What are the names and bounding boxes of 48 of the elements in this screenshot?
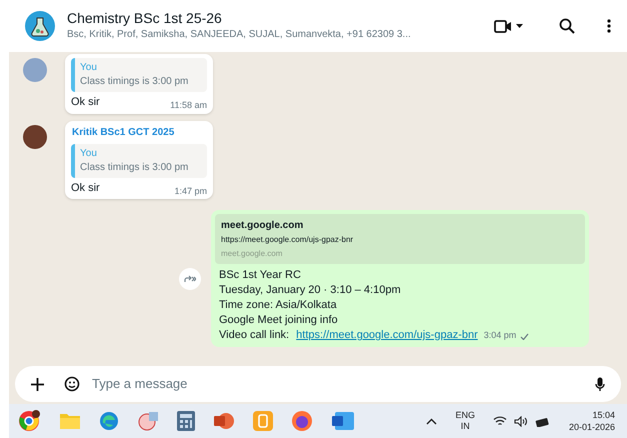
- message-time: 3:04 pm: [484, 329, 516, 342]
- presentation-app-icon[interactable]: [213, 412, 235, 430]
- forward-icon: [184, 274, 196, 282]
- quote-author: You: [80, 61, 98, 75]
- message-text: Ok sir: [71, 180, 100, 196]
- preview-url: https://meet.google.com/ujs-gpaz-bnr: [221, 234, 354, 246]
- message-text: Ok sir: [71, 95, 100, 110]
- flask-avatar-icon[interactable]: [25, 11, 55, 41]
- message-line: Time zone: Asia/Kolkata: [219, 298, 338, 313]
- message-line: Video call link:: [219, 328, 290, 343]
- microphone-icon[interactable]: [595, 376, 605, 392]
- message-time: 11:58 am: [170, 99, 207, 112]
- clock-date[interactable]: 20-01-2026: [568, 421, 615, 433]
- avatar[interactable]: [23, 124, 47, 148]
- message-line: Tuesday, January 20 · 3:10 – 4:10pm: [219, 283, 402, 298]
- caret-icon: [516, 24, 523, 28]
- plus-icon[interactable]: [31, 378, 44, 390]
- clock-time[interactable]: 15:04: [592, 409, 615, 421]
- video-camera-icon: [494, 20, 512, 32]
- quote-text: Class timings is 3:00 pm: [80, 160, 190, 174]
- message-input[interactable]: Type a message: [92, 374, 583, 394]
- chevron-up-icon[interactable]: [426, 418, 438, 424]
- quote-text: Class timings is 3:00 pm: [80, 75, 190, 89]
- region-label[interactable]: IN: [460, 421, 470, 432]
- word-icon[interactable]: [331, 411, 355, 431]
- group-title: Chemistry BSc 1st 25-26: [67, 10, 223, 28]
- search-icon[interactable]: [559, 18, 575, 34]
- edge-icon[interactable]: [99, 411, 119, 431]
- message-time: 1:47 pm: [174, 184, 207, 198]
- check-icon: [520, 333, 530, 340]
- message-line: Google Meet joining info: [219, 313, 339, 328]
- message-link[interactable]: https://meet.google.com/ujs-gpaz-bnr: [296, 328, 478, 343]
- message-composer[interactable]: Type a message: [15, 366, 621, 402]
- sender-name: Kritik BSc1 GCT 2025: [71, 126, 176, 140]
- firefox-icon[interactable]: [291, 410, 313, 432]
- preview-domain: meet.google.com: [221, 248, 284, 260]
- menu-icon[interactable]: [607, 19, 611, 33]
- sticker-icon[interactable]: [64, 376, 80, 392]
- language-label[interactable]: ENG: [455, 410, 475, 421]
- preview-title: meet.google.com: [221, 219, 304, 233]
- speaker-icon[interactable]: [514, 416, 528, 426]
- wifi-icon[interactable]: [492, 416, 507, 426]
- browser-icon[interactable]: [17, 409, 41, 433]
- calculator-icon[interactable]: [177, 411, 195, 431]
- quote-author: You: [80, 146, 98, 160]
- message-line: BSc 1st Year RC: [219, 268, 302, 283]
- group-members: Bsc, Kritik, Prof, Samiksha, SANJEEDA, SUJAL, Sumanvekta, +91 62309 3...: [67, 28, 412, 42]
- forward-button[interactable]: [179, 268, 201, 290]
